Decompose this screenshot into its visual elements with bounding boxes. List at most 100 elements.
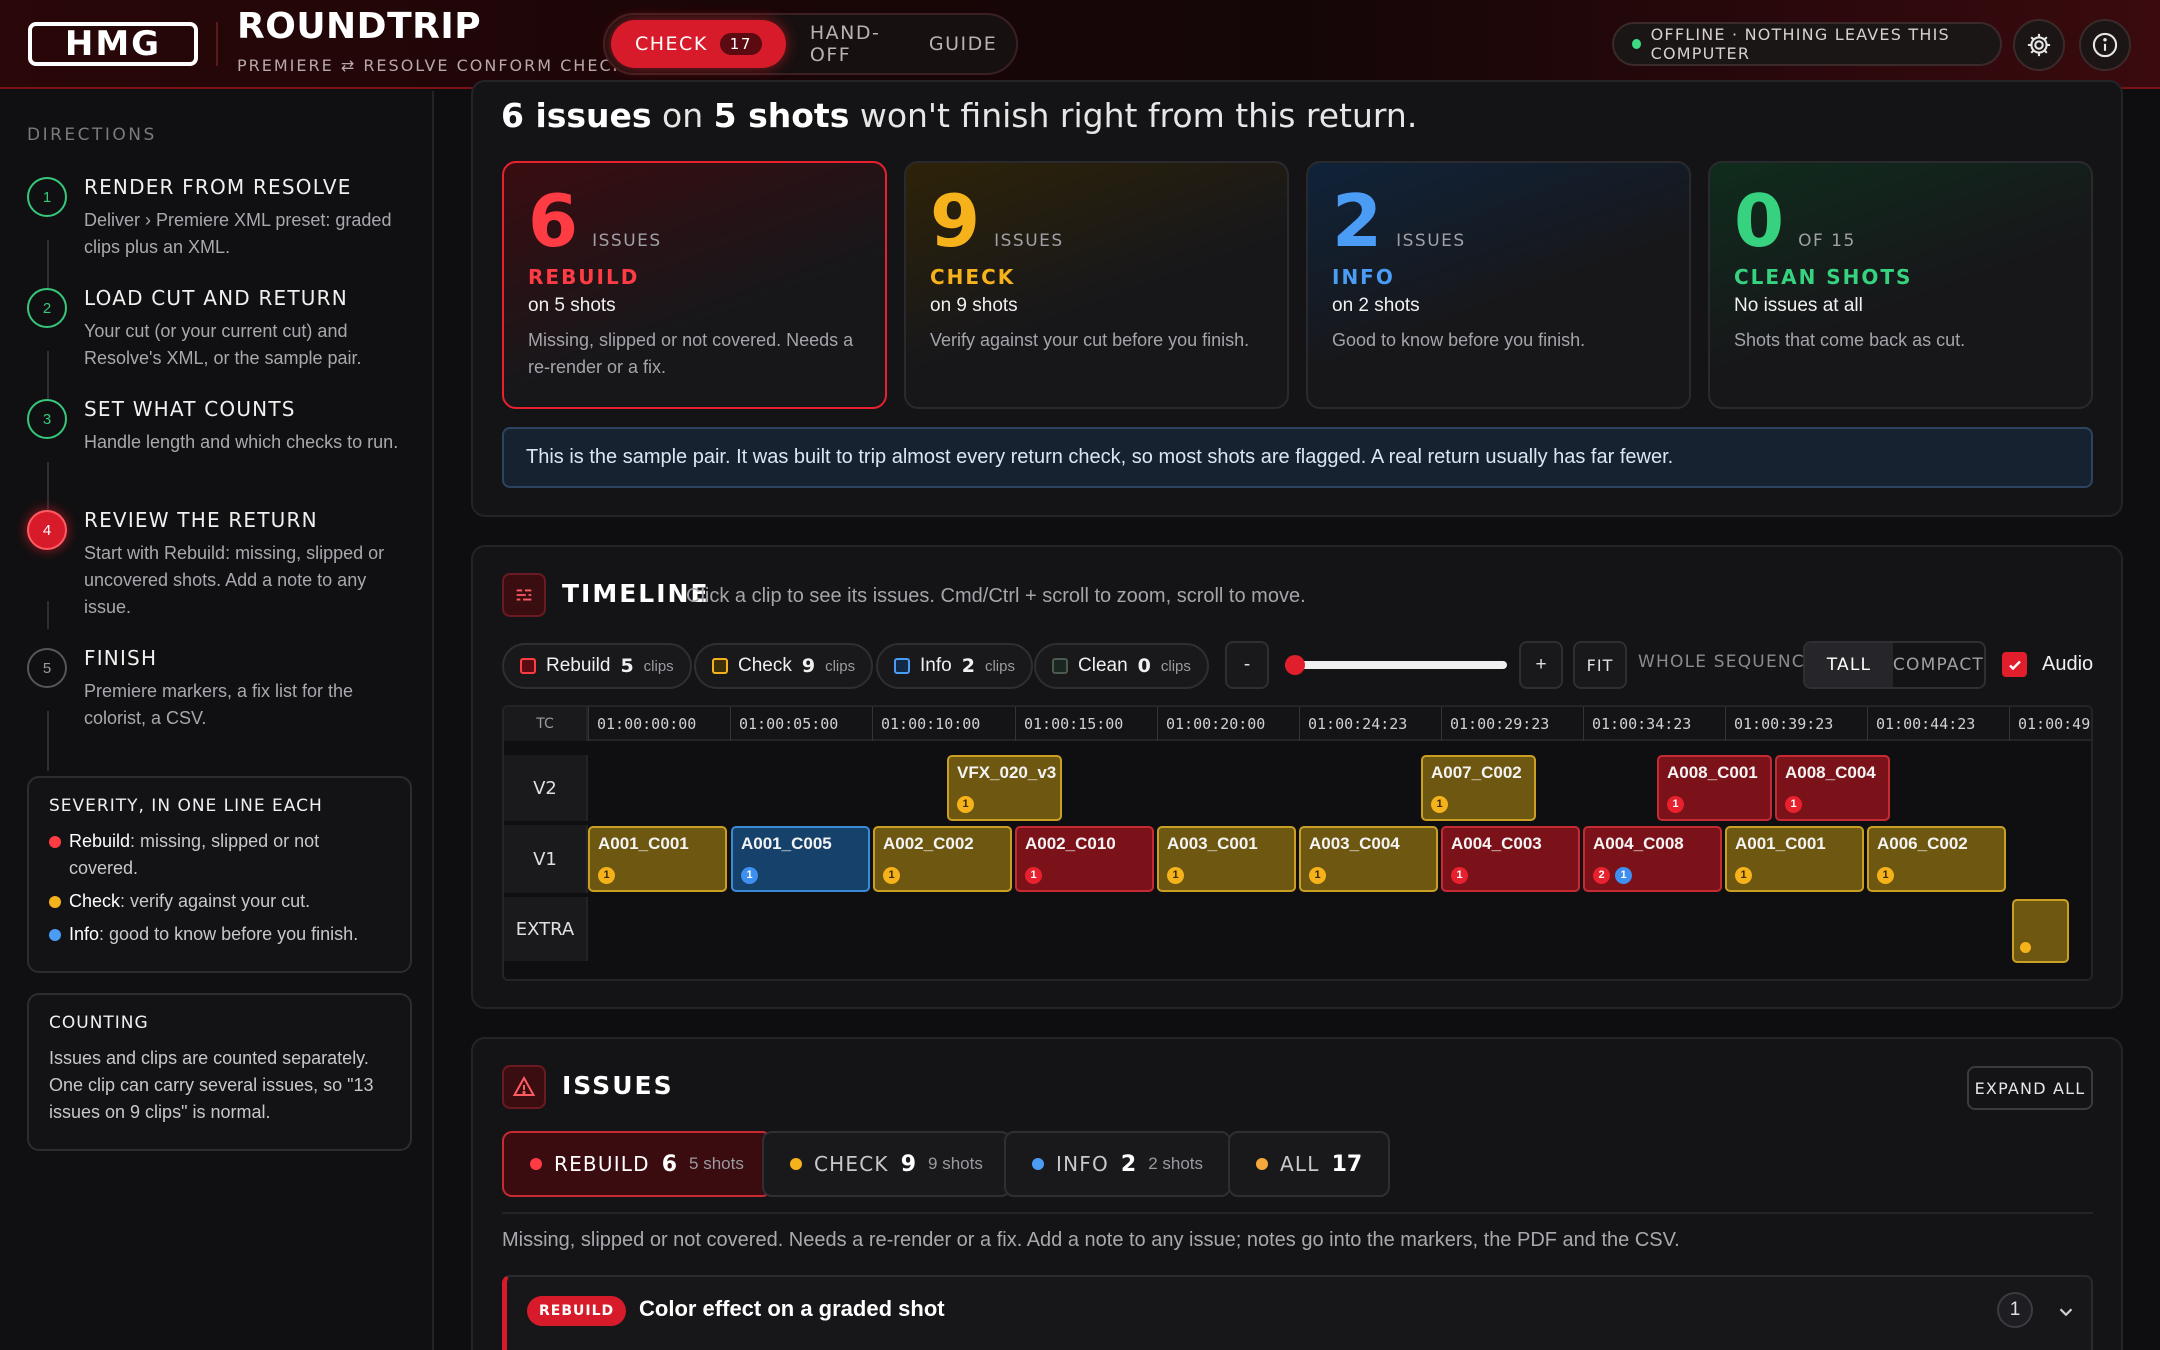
chip-unit: clips bbox=[643, 657, 674, 675]
zoom-out-button[interactable]: - bbox=[1225, 641, 1269, 689]
filter-info[interactable]: INFO 2 2 shots bbox=[1004, 1131, 1232, 1197]
severity-rebuild: Rebuild: missing, slipped or not covered… bbox=[49, 828, 390, 882]
chip-clean[interactable]: Clean 0 clips bbox=[1034, 643, 1209, 689]
severity-check: Check: verify against your cut. bbox=[49, 888, 390, 915]
info-button[interactable] bbox=[2079, 19, 2131, 71]
clip-v1[interactable]: A001_C001 1 bbox=[588, 826, 727, 892]
settings-button[interactable] bbox=[2013, 19, 2065, 71]
issue-count-badge: 1 bbox=[1431, 796, 1448, 813]
chevron-down-icon[interactable] bbox=[2055, 1301, 2077, 1323]
issue-title: Color effect on a graded shot bbox=[639, 1296, 945, 1321]
card-info[interactable]: 2 ISSUES INFO on 2 shots Good to know bef… bbox=[1306, 161, 1691, 409]
chip-label: Info bbox=[920, 655, 952, 676]
chip-info[interactable]: Info 2 clips bbox=[876, 643, 1033, 689]
clip-v2[interactable]: VFX_020_v3 1 bbox=[947, 755, 1062, 821]
clean-swatch bbox=[1052, 658, 1068, 674]
offline-label: OFFLINE · NOTHING LEAVES THIS COMPUTER bbox=[1650, 25, 1950, 63]
step-title: FINISH bbox=[84, 646, 158, 670]
severity-name: Rebuild bbox=[69, 831, 131, 851]
issue-count-badge: 1 bbox=[598, 867, 615, 884]
step-connector bbox=[47, 601, 49, 629]
filter-all[interactable]: ALL 17 bbox=[1228, 1131, 1391, 1197]
tab-hand-off[interactable]: HAND-OFF bbox=[786, 20, 905, 68]
card-clean[interactable]: 0 OF 15 CLEAN SHOTS No issues at all Shot… bbox=[1708, 161, 2093, 409]
tab-check[interactable]: CHECK 17 bbox=[611, 20, 786, 68]
info-dot bbox=[49, 929, 61, 941]
issue-count-badge: 1 bbox=[1785, 796, 1802, 813]
issues-icon bbox=[502, 1065, 546, 1109]
chip-count: 9 bbox=[801, 655, 816, 677]
timecode-tick: 01:00:15:00 bbox=[1015, 707, 1123, 741]
card-number: 0 bbox=[1734, 179, 1785, 263]
severity-name: Check bbox=[69, 891, 121, 911]
check-swatch bbox=[712, 658, 728, 674]
clip-v2[interactable]: A007_C002 1 bbox=[1421, 755, 1536, 821]
issue-count-badge: 2 bbox=[1593, 867, 1610, 884]
chip-unit: clips bbox=[1160, 657, 1191, 675]
card-rebuild[interactable]: 6 ISSUES REBUILD on 5 shots Missing, slip… bbox=[502, 161, 887, 409]
filter-check[interactable]: CHECK 9 9 shots bbox=[762, 1131, 1011, 1197]
card-label: CHECK bbox=[930, 265, 1016, 289]
view-tall[interactable]: TALL bbox=[1805, 643, 1893, 687]
step-description: Premiere markers, a fix list for the col… bbox=[84, 681, 354, 728]
clip-v1[interactable]: A006_C002 1 bbox=[1867, 826, 2006, 892]
app-subtitle: PREMIERE ⇄ RESOLVE CONFORM CHECK bbox=[237, 56, 626, 75]
issue-count-badge: 1 bbox=[883, 867, 900, 884]
step-description: Start with Rebuild: missing, slipped or … bbox=[84, 543, 385, 617]
timecode-tick: 01:00:39:23 bbox=[1725, 707, 1833, 741]
filter-sub: 5 shots bbox=[689, 1154, 744, 1173]
warning-icon bbox=[512, 1075, 536, 1096]
counting-box: COUNTING Issues and clips are counted se… bbox=[27, 993, 412, 1151]
main-nav: CHECK 17 HAND-OFF GUIDE bbox=[603, 13, 1018, 75]
card-check[interactable]: 9 ISSUES CHECK on 9 shots Verify against … bbox=[904, 161, 1289, 409]
filter-rebuild[interactable]: REBUILD 6 5 shots bbox=[502, 1131, 772, 1197]
issue-count: 1 bbox=[1997, 1292, 2033, 1328]
clip-name: A003_C001 bbox=[1167, 834, 1258, 853]
timeline-view[interactable]: TC 01:00:00:00 01:00:05:00 01:00:10:00 01:0… bbox=[502, 705, 2093, 981]
clip-v1[interactable]: A001_C005 1 bbox=[731, 826, 870, 892]
expand-all-button[interactable]: EXPAND ALL bbox=[1967, 1066, 2093, 1110]
summary-headline: 6 issues on 5 shots won't finish right f… bbox=[501, 96, 1417, 135]
card-number: 2 bbox=[1332, 179, 1383, 263]
zoom-slider[interactable] bbox=[1285, 655, 1507, 675]
clip-name: A001_C001 bbox=[598, 834, 689, 853]
list-icon bbox=[516, 589, 532, 601]
card-shots: No issues at all bbox=[1734, 295, 1863, 316]
clip-name: VFX_020_v3 bbox=[957, 763, 1057, 782]
timecode-ruler[interactable]: TC 01:00:00:00 01:00:05:00 01:00:10:00 01:0… bbox=[504, 707, 2091, 741]
chip-rebuild[interactable]: Rebuild 5 clips bbox=[502, 643, 692, 689]
view-toggle: TALL COMPACT bbox=[1803, 641, 1986, 689]
fit-button[interactable]: FIT bbox=[1573, 641, 1627, 689]
tab-guide[interactable]: GUIDE bbox=[905, 20, 1021, 68]
audio-checkbox[interactable] bbox=[2002, 652, 2027, 677]
clip-v1[interactable]: A002_C010 1 bbox=[1015, 826, 1154, 892]
issue-row[interactable]: REBUILD Color effect on a graded shot 1 bbox=[502, 1275, 2093, 1350]
step-number: 3 bbox=[27, 399, 67, 439]
view-compact[interactable]: COMPACT bbox=[1893, 643, 1984, 687]
extra-clip[interactable] bbox=[2012, 899, 2069, 963]
card-label: INFO bbox=[1332, 265, 1395, 289]
clip-v1[interactable]: A004_C008 2 1 bbox=[1583, 826, 1722, 892]
card-shots: on 2 shots bbox=[1332, 295, 1420, 316]
timecode-tick: 01:00:44:23 bbox=[1867, 707, 1975, 741]
zoom-in-button[interactable]: + bbox=[1519, 641, 1563, 689]
chip-check[interactable]: Check 9 clips bbox=[694, 643, 874, 689]
filter-count: 2 bbox=[1120, 1151, 1137, 1177]
clip-v1[interactable]: A003_C004 1 bbox=[1299, 826, 1438, 892]
header-divider bbox=[216, 22, 218, 66]
zoom-knob[interactable] bbox=[1285, 655, 1305, 675]
issue-count-badge: 1 bbox=[1877, 867, 1894, 884]
card-label: REBUILD bbox=[528, 265, 640, 289]
step-title: SET WHAT COUNTS bbox=[84, 397, 296, 421]
timecode-tick: 01:00:20:00 bbox=[1157, 707, 1265, 741]
clip-name: A001_C001 bbox=[1735, 834, 1826, 853]
clip-v1[interactable]: A003_C001 1 bbox=[1157, 826, 1296, 892]
clip-v1[interactable]: A004_C003 1 bbox=[1441, 826, 1580, 892]
clip-v1[interactable]: A001_C001 1 bbox=[1725, 826, 1864, 892]
clip-v2[interactable]: A008_C001 1 bbox=[1657, 755, 1772, 821]
gear-icon bbox=[2027, 33, 2051, 57]
clip-v1[interactable]: A002_C002 1 bbox=[873, 826, 1012, 892]
timecode-tick: 01:00:00:00 bbox=[588, 707, 696, 741]
clip-v2[interactable]: A008_C004 1 bbox=[1775, 755, 1890, 821]
timecode-tick: 01:00:10:00 bbox=[872, 707, 980, 741]
